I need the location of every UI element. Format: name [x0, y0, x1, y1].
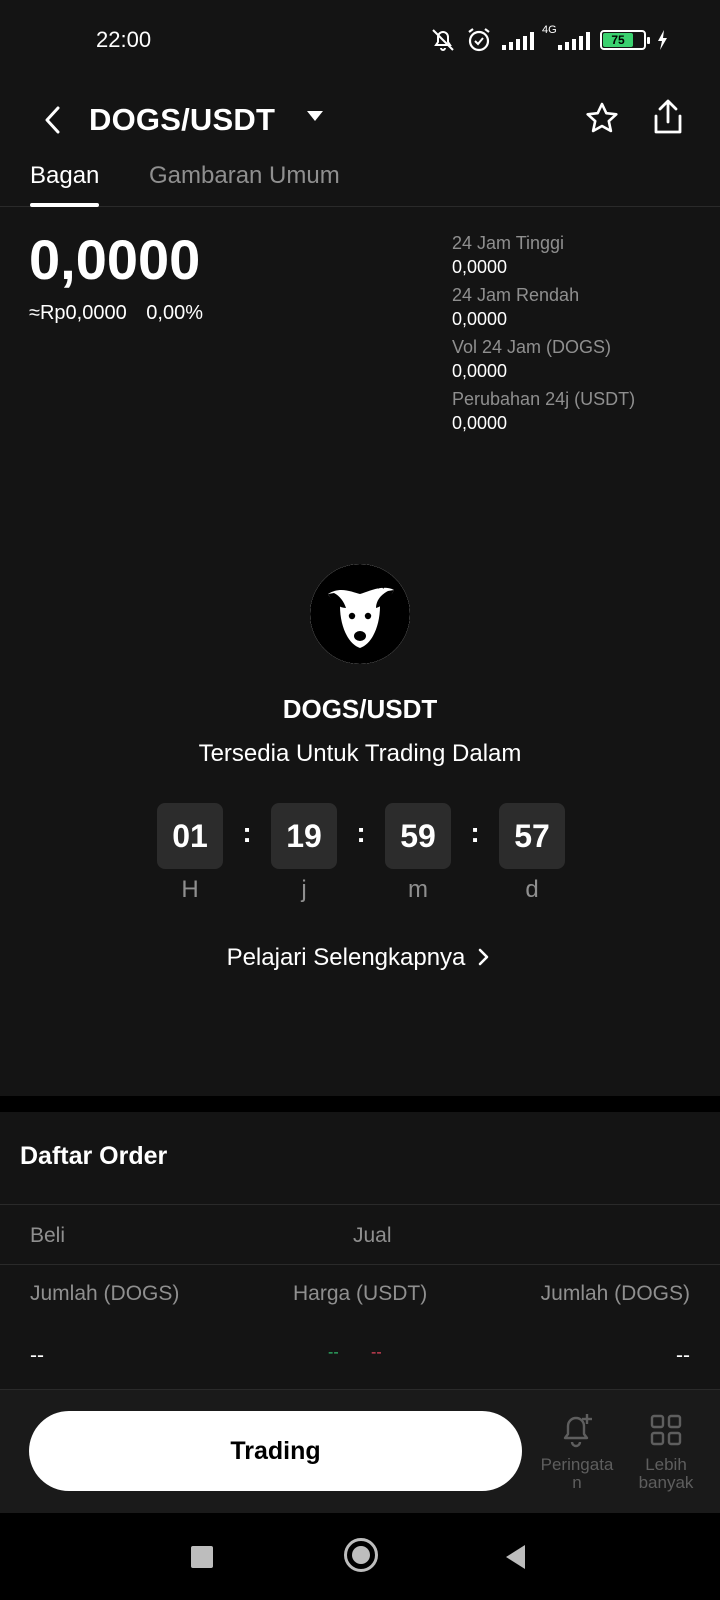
back-icon[interactable] — [34, 98, 70, 142]
countdown-unit: d — [525, 876, 539, 903]
listing-title: DOGS/USDT — [282, 694, 438, 724]
trading-button[interactable]: Trading — [29, 1411, 522, 1491]
countdown-m-box: 59 — [385, 803, 451, 869]
order-row-sell-amount: -- — [676, 1344, 690, 1367]
stat-label: Perubahan 24j (USDT) — [452, 389, 636, 409]
more-label: banyak — [638, 1473, 694, 1492]
more-label: Lebih — [645, 1455, 687, 1474]
countdown-minutes-box: 19 — [271, 803, 337, 869]
countdown-hours: 01 — [157, 803, 223, 869]
bottom-action-bar: Trading Peringata n Lebih banyak — [0, 1389, 720, 1513]
countdown-timer: 01 H : 19 j : 59 m : 57 d — [157, 803, 565, 903]
signal-4g-icon: 4G — [542, 24, 590, 50]
tab-bar: Bagan Gambaran Umum — [0, 162, 720, 207]
countdown-separator: : — [356, 817, 366, 848]
star-icon[interactable] — [582, 98, 622, 142]
battery-icon: 75 — [600, 30, 650, 50]
column-header-sell-amount: Jumlah (DOGS) — [540, 1282, 690, 1305]
status-bar: 22:00 4G 75 — [0, 0, 720, 80]
charging-icon — [658, 30, 667, 50]
chevron-right-icon — [479, 948, 489, 966]
stat-value: 0,0000 — [452, 361, 508, 381]
price-alert-button[interactable]: Peringata n — [535, 1410, 619, 1492]
bell-off-icon — [432, 29, 454, 51]
column-header-buy-amount: Jumlah (DOGS) — [30, 1282, 180, 1305]
countdown-unit: j — [301, 876, 307, 903]
countdown-separator: : — [242, 817, 252, 848]
signal-icon — [502, 30, 534, 50]
nav-back-icon[interactable] — [503, 1543, 527, 1571]
order-row-buy-price: -- — [328, 1344, 339, 1361]
countdown-unit: H — [181, 876, 199, 903]
order-book: Daftar Order Beli Jual Jumlah (DOGS) Har… — [0, 1112, 720, 1392]
price-alert-label: Peringata — [540, 1455, 614, 1474]
dropdown-caret-icon[interactable] — [300, 94, 330, 138]
learn-more-link[interactable]: Pelajari Selengkapnya — [0, 944, 720, 972]
price-change: 0,00% — [146, 302, 203, 324]
order-book-sell-tab[interactable]: Jual — [353, 1224, 392, 1248]
countdown-unit: m — [408, 876, 428, 903]
price-alert-label: n — [572, 1473, 582, 1492]
stat-value: 0,0000 — [452, 309, 508, 329]
listing-subtitle: Tersedia Untuk Trading Dalam — [198, 740, 522, 767]
order-row-sell-price: -- — [371, 1344, 382, 1361]
stat-label: Vol 24 Jam (DOGS) — [452, 337, 612, 357]
order-book-buy-tab[interactable]: Beli — [30, 1224, 65, 1248]
countdown-separator: : — [470, 817, 480, 848]
dogs-logo-icon — [310, 564, 410, 664]
price-subline: ≈Rp0,0000 0,00% — [29, 302, 217, 325]
order-row-buy-amount: -- — [30, 1344, 44, 1367]
stats-panel: 24 Jam Tinggi 0,0000 24 Jam Rendah 0,000… — [452, 232, 712, 440]
tab-gambaran-umum[interactable]: Gambaran Umum — [149, 162, 340, 207]
stat-label: 24 Jam Rendah — [452, 285, 580, 305]
status-time: 22:00 — [96, 27, 152, 52]
alarm-icon — [468, 28, 490, 52]
stat-label: 24 Jam Tinggi — [452, 233, 565, 253]
tab-bagan[interactable]: Bagan — [30, 162, 100, 207]
divider — [0, 1264, 720, 1265]
countdown-d-box: 57 — [499, 803, 565, 869]
more-button[interactable]: Lebih banyak — [624, 1410, 708, 1492]
stat-value: 0,0000 — [452, 413, 508, 433]
pair-title[interactable]: DOGS/USDT — [89, 102, 275, 138]
top-header: DOGS/USDT — [0, 80, 720, 162]
bell-plus-icon — [563, 1414, 592, 1448]
home-icon[interactable] — [344, 1538, 378, 1572]
share-icon[interactable] — [648, 96, 688, 140]
column-header-price: Harga (USDT) — [293, 1282, 428, 1305]
last-price: 0,0000 — [29, 228, 201, 291]
section-divider — [0, 1096, 720, 1112]
system-nav-bar — [0, 1513, 720, 1600]
divider — [0, 1204, 720, 1205]
fiat-price: ≈Rp0,0000 — [29, 302, 127, 324]
status-icons: 4G 75 — [430, 24, 668, 56]
grid-icon — [650, 1414, 682, 1446]
stat-value: 0,0000 — [452, 257, 508, 277]
recents-icon[interactable] — [191, 1546, 213, 1568]
order-book-title: Daftar Order — [20, 1142, 168, 1170]
learn-more-label: Pelajari Selengkapnya — [226, 944, 466, 971]
